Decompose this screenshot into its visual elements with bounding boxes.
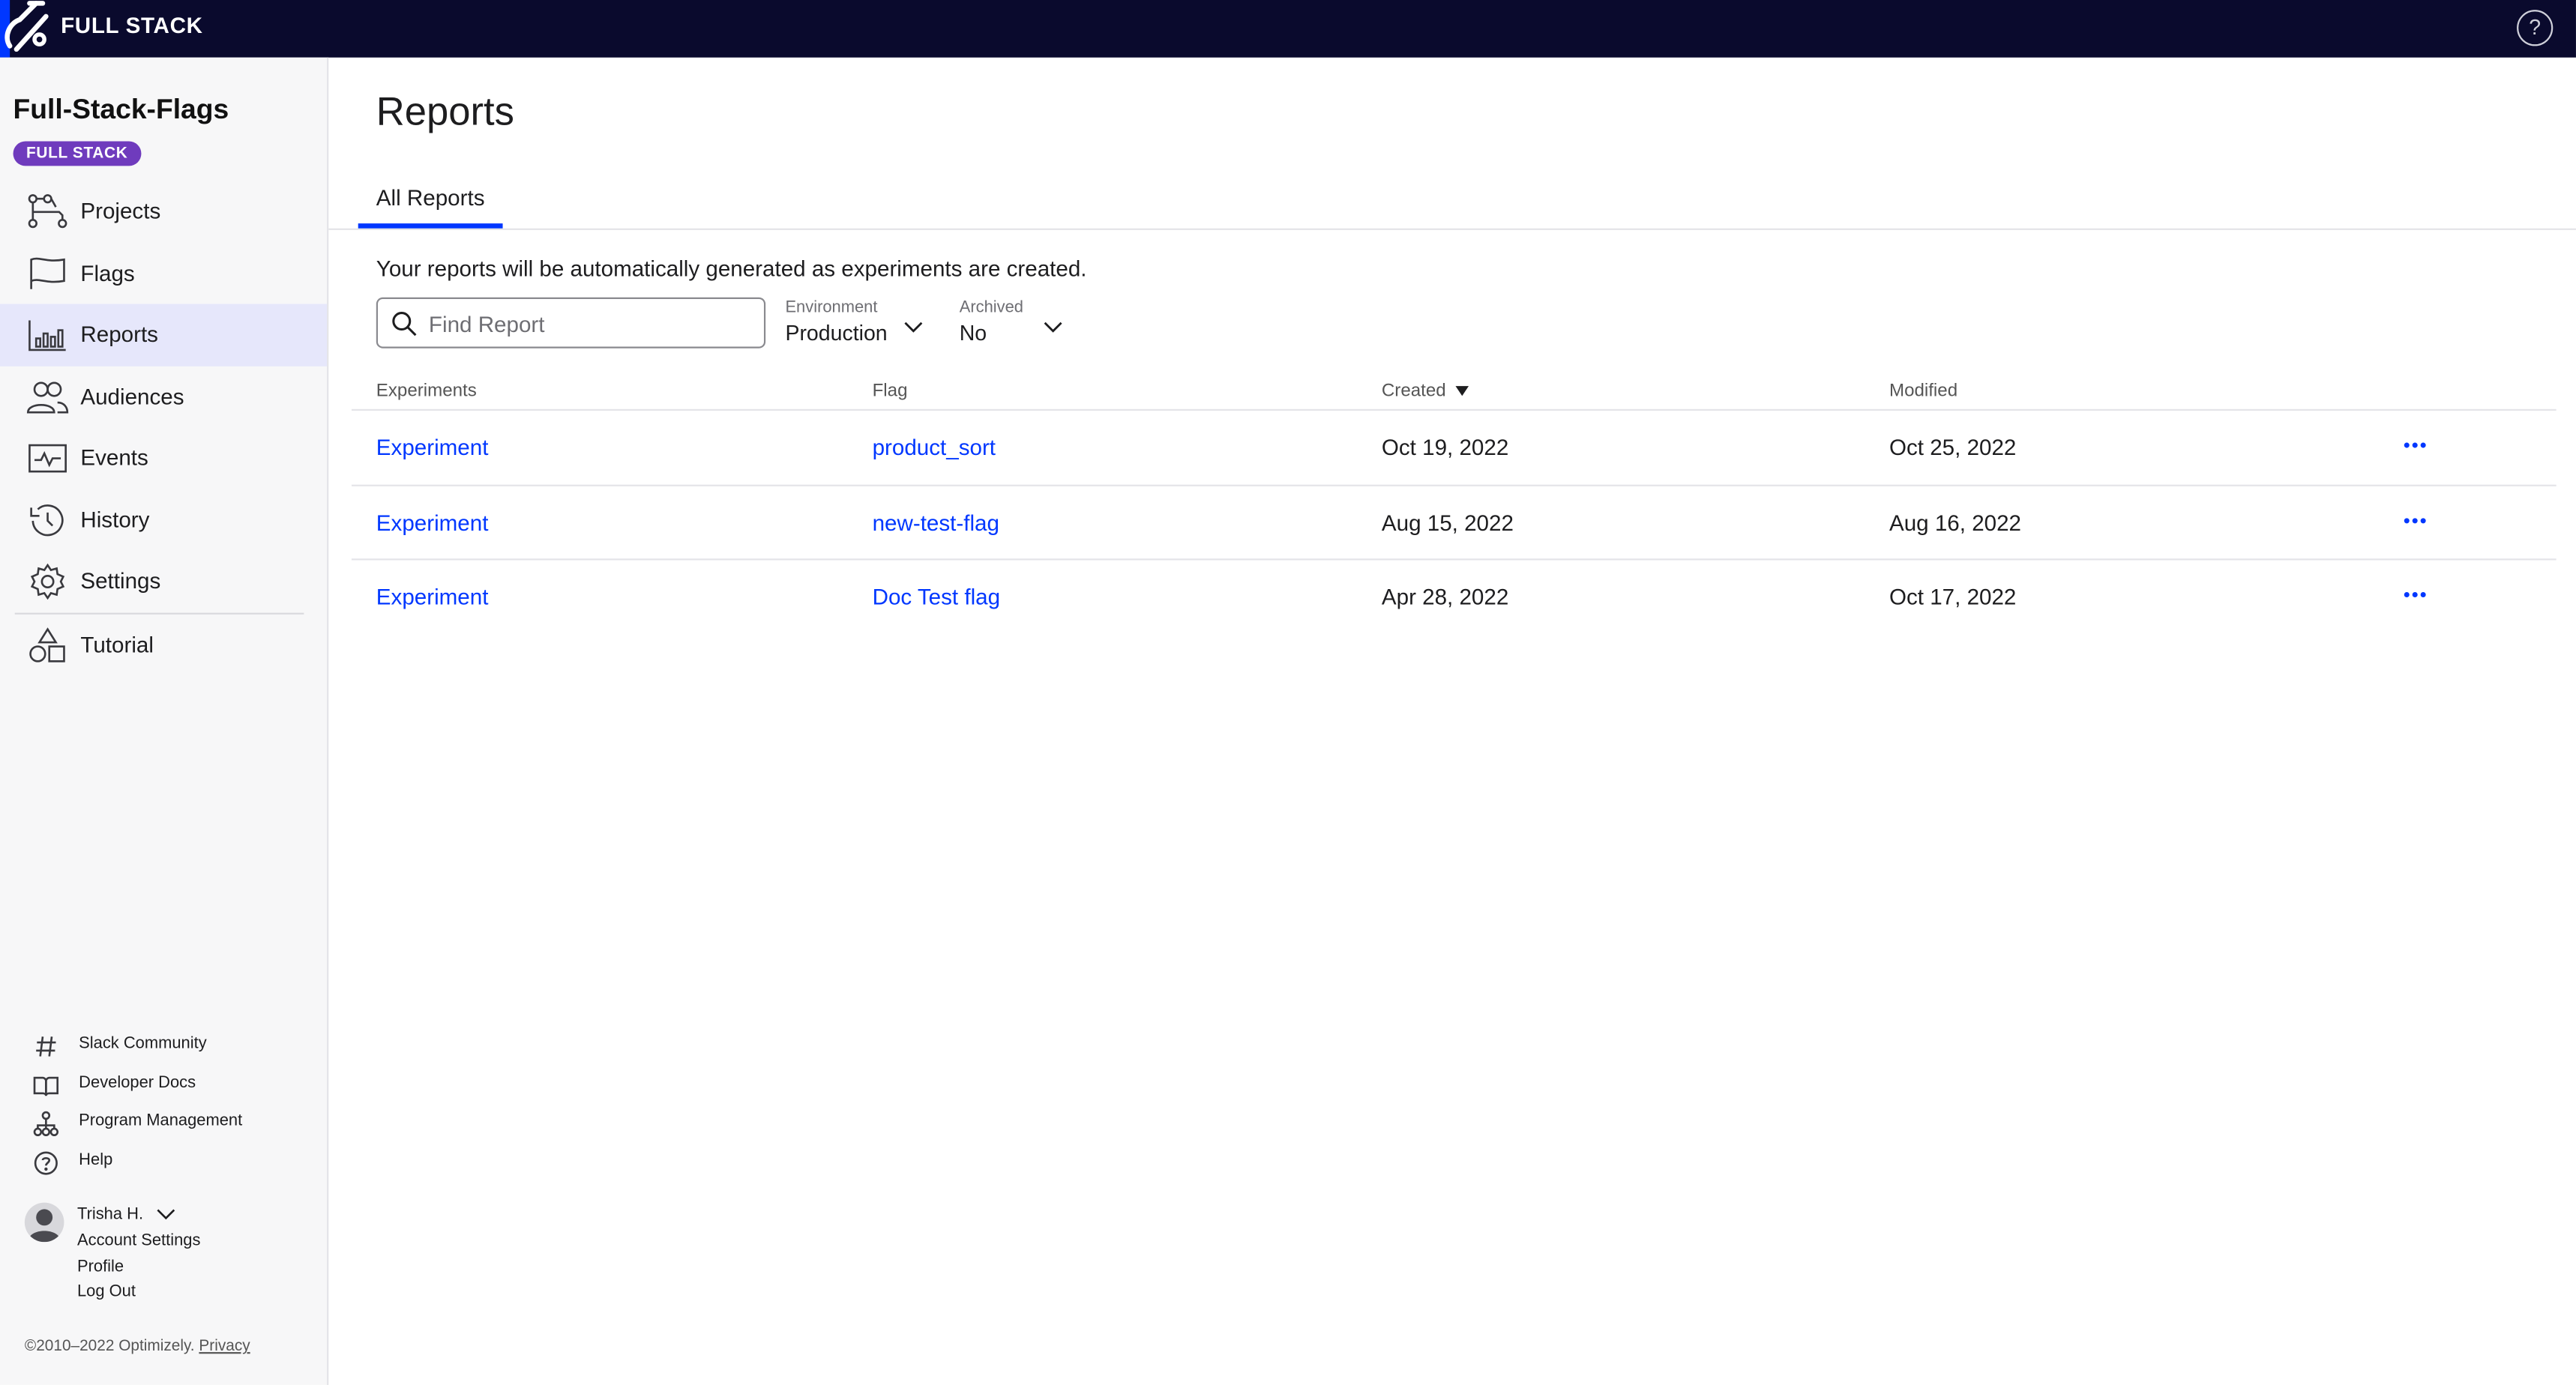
footer-link-label: Developer Docs [79, 1073, 196, 1093]
archived-label: Archived [959, 298, 1023, 318]
sidebar-item-events[interactable]: Events [0, 427, 327, 489]
app-root: FULL STACK ? Full-Stack-Flags FULL STACK… [0, 0, 2576, 1385]
experiment-link[interactable]: Experiment [376, 585, 489, 610]
tabs: All Reports [328, 172, 2576, 230]
project-type-badge: FULL STACK [13, 141, 141, 166]
audiences-icon [26, 381, 69, 413]
column-header-created-label: Created [1381, 381, 1446, 401]
developer-docs-link[interactable]: Developer Docs [0, 1066, 327, 1105]
sidebar-item-label: Flags [80, 260, 135, 286]
flag-link[interactable]: Doc Test flag [873, 585, 1000, 610]
top-bar: FULL STACK ? [0, 0, 2576, 58]
table-row: Experiment product_sort Oct 19, 2022 Oct… [351, 411, 2557, 486]
sidebar-item-label: Tutorial [80, 632, 154, 657]
log-out-link[interactable]: Log Out [77, 1283, 136, 1301]
profile-link[interactable]: Profile [77, 1258, 124, 1276]
sidebar-footer-links: Slack Community Developer Docs Program M… [0, 1027, 327, 1183]
search-box [376, 297, 766, 348]
slack-community-link[interactable]: Slack Community [0, 1027, 327, 1066]
footer-link-label: Help [79, 1151, 113, 1170]
sidebar: Full-Stack-Flags FULL STACK Projects Fla… [0, 57, 329, 1385]
chevron-down-icon [1044, 322, 1062, 333]
search-icon [392, 312, 417, 337]
sidebar-item-settings[interactable]: Settings [0, 550, 327, 612]
tab-all-reports[interactable]: All Reports [358, 172, 503, 229]
created-date: Apr 28, 2022 [1381, 585, 1509, 611]
question-circle-icon[interactable]: ? [2517, 10, 2554, 46]
archived-value: No [959, 320, 987, 346]
sidebar-item-label: Events [80, 445, 148, 471]
column-header-experiments[interactable]: Experiments [376, 381, 477, 401]
project-title: Full-Stack-Flags [13, 93, 229, 125]
reports-table: Experiments Flag Created Modified Experi… [351, 375, 2557, 634]
projects-icon [28, 194, 67, 229]
environment-label: Environment [785, 298, 878, 318]
column-header-modified[interactable]: Modified [1889, 381, 1957, 401]
experiment-link[interactable]: Experiment [376, 510, 489, 535]
more-options-icon[interactable] [2400, 510, 2429, 530]
more-options-icon[interactable] [2400, 435, 2429, 455]
avatar[interactable] [24, 1202, 64, 1243]
column-header-created[interactable]: Created [1382, 381, 1469, 401]
table-row: Experiment new-test-flag Aug 15, 2022 Au… [351, 486, 2557, 561]
sidebar-item-tutorial[interactable]: Tutorial [0, 614, 327, 675]
modified-date: Oct 25, 2022 [1889, 435, 2017, 460]
events-icon [28, 444, 67, 473]
sidebar-item-flags[interactable]: Flags [0, 242, 327, 304]
sidebar-item-label: Projects [80, 199, 161, 224]
sidebar-item-label: Audiences [80, 384, 184, 409]
optimizely-logo-icon[interactable] [0, 0, 56, 58]
sidebar-item-history[interactable]: History [0, 489, 327, 550]
org-chart-icon [33, 1111, 59, 1137]
sidebar-item-projects[interactable]: Projects [0, 181, 327, 242]
question-circle-icon [34, 1151, 58, 1175]
account-settings-link[interactable]: Account Settings [77, 1232, 200, 1250]
more-options-icon[interactable] [2400, 585, 2429, 605]
flag-link[interactable]: new-test-flag [873, 510, 999, 535]
environment-value: Production [785, 320, 888, 346]
table-header: Experiments Flag Created Modified [351, 375, 2557, 411]
main-content: Reports All Reports Your reports will be… [328, 58, 2576, 1385]
sort-desc-icon [1455, 386, 1469, 396]
footer-link-label: Program Management [79, 1112, 243, 1131]
sidebar-item-label: Settings [80, 569, 161, 594]
chevron-down-icon[interactable] [156, 1204, 175, 1224]
program-management-link[interactable]: Program Management [0, 1105, 327, 1144]
history-icon [30, 504, 64, 536]
flag-link[interactable]: product_sort [873, 435, 996, 460]
footer-link-label: Slack Community [79, 1035, 207, 1054]
sidebar-item-label: Reports [80, 322, 158, 348]
tutorial-shapes-icon [29, 627, 65, 662]
privacy-link[interactable]: Privacy [199, 1337, 250, 1355]
user-name[interactable]: Trisha H. [77, 1206, 143, 1224]
sidebar-nav: Projects Flags Reports Audiences Events … [0, 181, 328, 675]
chevron-down-icon [904, 322, 923, 333]
hash-icon [36, 1037, 56, 1057]
gear-icon [30, 563, 65, 600]
sidebar-item-reports[interactable]: Reports [0, 304, 328, 366]
flag-icon [30, 256, 65, 289]
user-avatar-icon [28, 1209, 61, 1243]
sidebar-item-audiences[interactable]: Audiences [0, 366, 327, 427]
search-input[interactable] [425, 305, 761, 344]
book-icon [33, 1076, 59, 1096]
created-date: Oct 19, 2022 [1381, 435, 1509, 460]
archived-dropdown[interactable]: Archived No [959, 298, 1062, 346]
brand-label: FULL STACK [61, 13, 203, 38]
help-link[interactable]: Help [0, 1144, 327, 1183]
table-row: Experiment Doc Test flag Apr 28, 2022 Oc… [352, 561, 2557, 634]
modified-date: Oct 17, 2022 [1889, 585, 2017, 611]
sidebar-item-label: History [80, 507, 150, 532]
modified-date: Aug 16, 2022 [1889, 510, 2022, 535]
description-text: Your reports will be automatically gener… [376, 256, 1087, 281]
copyright: ©2010–2022 Optimizely. Privacy [25, 1337, 250, 1355]
column-header-flag[interactable]: Flag [873, 381, 908, 401]
environment-dropdown[interactable]: Environment Production [785, 298, 923, 346]
copyright-text: ©2010–2022 Optimizely. [24, 1337, 195, 1356]
page-title: Reports [376, 90, 514, 135]
experiment-link[interactable]: Experiment [376, 435, 489, 460]
created-date: Aug 15, 2022 [1381, 510, 1514, 535]
bar-chart-icon [28, 320, 66, 351]
